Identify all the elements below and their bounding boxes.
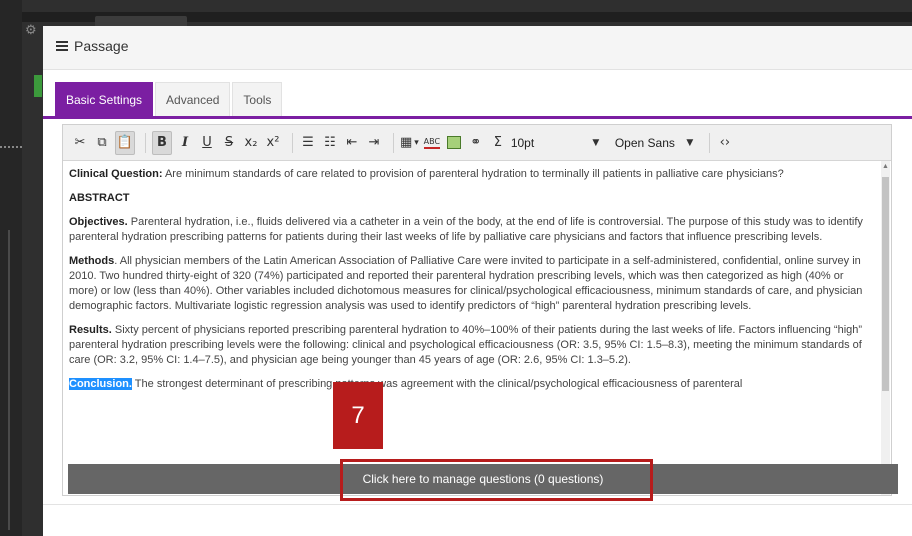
link-icon[interactable]: ⚭ [467, 132, 485, 154]
abstract-heading: ABSTRACT [69, 191, 875, 206]
tab-basic-settings[interactable]: Basic Settings [55, 82, 154, 117]
background-left-strip [0, 0, 22, 536]
toolbar-divider [708, 132, 710, 153]
bullet-list-icon[interactable]: ☰ [299, 132, 317, 154]
chevron-down-icon[interactable]: ▼ [587, 132, 605, 154]
modal-header: Passage [43, 26, 912, 70]
conclusion-label: Conclusion. [69, 378, 132, 390]
subscript-icon[interactable]: x₂ [242, 132, 260, 154]
tab-tools[interactable]: Tools [232, 82, 283, 117]
cut-icon[interactable]: ✂ [71, 132, 89, 154]
numbered-list-icon[interactable]: ☷ [321, 132, 339, 154]
scroll-up-icon[interactable]: ▲ [882, 163, 889, 170]
tab-advanced[interactable]: Advanced [155, 82, 231, 117]
conclusion-paragraph: Conclusion. The strongest determinant of… [69, 377, 875, 392]
superscript-icon[interactable]: x² [264, 132, 282, 154]
toolbar-divider [292, 132, 293, 153]
gear-icon: ⚙ [25, 22, 37, 37]
italic-icon[interactable]: I [176, 132, 194, 154]
methods-text: . All physician members of the Latin Ame… [69, 255, 863, 312]
editor-scrollbar[interactable]: ▲ ▼ [881, 161, 890, 495]
tab-bar: Basic Settings Advanced Tools [55, 82, 284, 117]
results-paragraph: Results. Sixty percent of physicians rep… [69, 323, 875, 368]
tab-underline [43, 116, 912, 119]
abstract-heading-text: ABSTRACT [69, 192, 130, 204]
strikethrough-icon[interactable]: S [220, 132, 238, 154]
modal-title-text: Passage [74, 38, 129, 54]
editor-content[interactable]: Clinical Question: Are minimum standards… [69, 167, 875, 487]
spellcheck-icon[interactable]: ABC [423, 132, 441, 154]
chevron-down-icon: ▾ [414, 137, 419, 148]
rich-text-editor: ✂ ⧉ 📋 B I U S x₂ x² ☰ ☷ ⇤ ⇥ ▦ ▾ ABC ⚭ Σ 1… [62, 124, 892, 496]
copy-icon[interactable]: ⧉ [93, 132, 111, 154]
background-dotted-divider [0, 146, 22, 150]
formula-icon[interactable]: Σ [489, 132, 507, 154]
source-code-icon[interactable]: ‹› [716, 132, 734, 154]
background-green-marker [34, 75, 42, 97]
paste-icon[interactable]: 📋 [115, 130, 135, 155]
objectives-text: Parenteral hydration, i.e., fluids deliv… [69, 216, 863, 243]
font-size-select[interactable]: 10pt [511, 132, 581, 154]
chevron-down-icon[interactable]: ▼ [681, 132, 699, 154]
image-icon[interactable] [445, 132, 463, 154]
objectives-label: Objectives. [69, 216, 128, 228]
font-family-select[interactable]: Open Sans [615, 132, 675, 154]
step-badge: 7 [333, 382, 383, 449]
underline-icon[interactable]: U [198, 132, 216, 154]
methods-paragraph: Methods. All physician members of the La… [69, 254, 875, 314]
bold-icon[interactable]: B [152, 130, 172, 155]
objectives-paragraph: Objectives. Parenteral hydration, i.e., … [69, 215, 875, 245]
methods-label: Methods [69, 255, 115, 267]
clinical-question-label: Clinical Question: [69, 168, 163, 180]
clinical-question-text: Are minimum standards of care related to… [162, 168, 784, 180]
results-text: Sixty percent of physicians reported pre… [69, 324, 863, 366]
scrollbar-thumb[interactable] [882, 177, 889, 391]
highlight-outline [340, 459, 653, 501]
modal-divider [43, 504, 912, 505]
outdent-icon[interactable]: ⇤ [343, 132, 361, 154]
modal-title: Passage [56, 38, 128, 54]
toolbar-divider [393, 132, 394, 153]
clinical-question-paragraph: Clinical Question: Are minimum standards… [69, 167, 875, 182]
conclusion-text: The strongest determinant of prescribing… [131, 378, 743, 390]
editor-toolbar: ✂ ⧉ 📋 B I U S x₂ x² ☰ ☷ ⇤ ⇥ ▦ ▾ ABC ⚭ Σ 1… [63, 125, 891, 161]
toolbar-divider [145, 132, 146, 153]
background-line [8, 230, 10, 530]
indent-icon[interactable]: ⇥ [365, 132, 383, 154]
list-icon [56, 40, 68, 52]
table-icon[interactable]: ▦ ▾ [400, 132, 419, 154]
results-label: Results. [69, 324, 112, 336]
